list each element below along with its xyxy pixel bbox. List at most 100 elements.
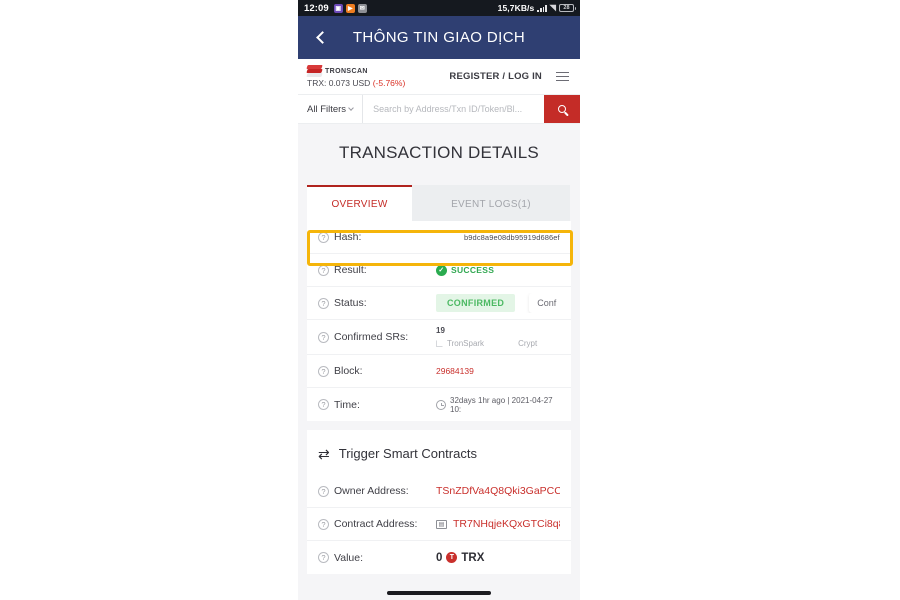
trx-price-value: TRX: 0.073 USD: [307, 78, 371, 88]
row-result: ? Result: ✓ SUCCESS: [307, 254, 571, 287]
help-icon[interactable]: ?: [318, 518, 329, 530]
label-block: ? Block:: [318, 365, 436, 377]
status-tooltip: Conf: [529, 293, 560, 313]
back-chevron-icon: [316, 31, 329, 44]
register-login-link[interactable]: REGISTER / LOG IN: [449, 71, 542, 82]
row-time: ? Time: 32days 1hr ago | 2021-04-27 10:: [307, 388, 571, 421]
hamburger-menu-icon[interactable]: [554, 70, 571, 83]
trx-coin-icon: T: [446, 552, 458, 563]
value-result: ✓ SUCCESS: [436, 264, 495, 276]
app-title: THÔNG TIN GIAO DỊCH: [352, 29, 526, 46]
page-body: TRANSACTION DETAILS OVERVIEW EVENT LOGS(…: [298, 124, 580, 600]
tronscan-logo-icon: [306, 65, 323, 77]
status-badge-confirmed: CONFIRMED: [436, 294, 516, 312]
owner-address-link[interactable]: TSnZDfVa4Q8Qki3GaPCC: [436, 485, 560, 497]
help-icon[interactable]: ?: [318, 365, 329, 377]
tab-event-logs[interactable]: EVENT LOGS(1): [412, 185, 570, 221]
label-owner-address-text: Owner Address:: [334, 485, 409, 497]
row-hash: ? Hash: b9dc8a9e08db95919d686ef4bcc88a: [307, 221, 571, 254]
contract-section-heading: ⇄ Trigger Smart Contracts: [307, 430, 571, 475]
label-value: ? Value:: [318, 552, 436, 564]
value-amount-unit: TRX: [461, 551, 485, 564]
label-status-text: Status:: [334, 297, 367, 309]
play-icon: ▶: [345, 3, 355, 13]
help-icon[interactable]: ?: [318, 552, 329, 563]
value-hash[interactable]: b9dc8a9e08db95919d686ef4bcc88a: [464, 233, 560, 242]
sr-marker-icon: [436, 340, 443, 347]
sr-name: TronSpark: [447, 339, 485, 348]
row-owner-address: ? Owner Address: TSnZDfVa4Q8Qki3GaPCC: [307, 475, 571, 508]
label-hash-text: Hash:: [334, 231, 362, 243]
label-value-text: Value:: [334, 551, 363, 564]
header-actions: REGISTER / LOG IN: [449, 70, 571, 83]
brand-name: TRONSCAN: [325, 67, 368, 75]
label-block-text: Block:: [334, 365, 363, 377]
tab-bar: OVERVIEW EVENT LOGS(1): [307, 185, 571, 221]
brand-block[interactable]: TRONSCAN TRX: 0.073 USD (-5.76%): [306, 65, 405, 88]
status-bar: 12:09 ▣ ▶ ✉ 15,7KB/s ◥ 28: [298, 0, 580, 16]
help-icon[interactable]: ?: [318, 485, 329, 497]
label-hash: ? Hash:: [318, 231, 436, 243]
email-icon: ✉: [357, 3, 367, 13]
help-icon[interactable]: ?: [318, 399, 329, 410]
value-amount: 0 T TRX: [436, 552, 484, 564]
status-badge-success: ✓ SUCCESS: [436, 264, 495, 276]
label-owner-address: ? Owner Address:: [318, 485, 436, 497]
confirmed-srs-count: 19: [436, 326, 445, 335]
all-filters-label: All Filters: [307, 103, 347, 115]
tronscan-header: TRONSCAN TRX: 0.073 USD (-5.76%) REGISTE…: [298, 59, 580, 95]
row-confirmed-srs: ? Confirmed SRs: 19 TronSpark Crypt: [307, 320, 571, 355]
sr-list: TronSpark Crypt: [436, 339, 537, 348]
trx-price: TRX: 0.073 USD (-5.76%): [307, 78, 405, 88]
signal-icon: [537, 4, 547, 12]
label-contract-address: ? Contract Address:: [318, 518, 436, 530]
value-amount-number: 0: [436, 551, 443, 564]
value-block: 29684139: [436, 366, 474, 376]
success-label: SUCCESS: [451, 265, 495, 275]
all-filters-dropdown[interactable]: All Filters: [298, 95, 364, 123]
sr-item: Crypt: [518, 339, 537, 348]
contract-badge-icon[interactable]: ▤: [436, 519, 447, 529]
row-block: ? Block: 29684139: [307, 355, 571, 388]
label-status: ? Status:: [318, 297, 436, 309]
screenshot-stage: 12:09 ▣ ▶ ✉ 15,7KB/s ◥ 28 THÔNG TIN GIAO…: [0, 0, 900, 600]
phone-viewport: 12:09 ▣ ▶ ✉ 15,7KB/s ◥ 28 THÔNG TIN GIAO…: [298, 0, 580, 600]
overview-card: ? Hash: b9dc8a9e08db95919d686ef4bcc88a ?…: [307, 221, 571, 421]
back-button[interactable]: [310, 25, 332, 51]
chevron-down-icon: [348, 105, 354, 111]
help-icon[interactable]: ?: [318, 231, 329, 243]
contract-address-link[interactable]: TR7NHqjeKQxGTCi8q8: [453, 518, 560, 530]
block-number-link[interactable]: 29684139: [436, 366, 474, 376]
time-text: 32days 1hr ago | 2021-04-27 10:: [450, 395, 553, 414]
help-icon[interactable]: ?: [318, 331, 329, 343]
sr-item: TronSpark: [436, 339, 484, 348]
swap-arrows-icon: ⇄: [318, 445, 330, 462]
contract-section-title: Trigger Smart Contracts: [338, 446, 477, 461]
tab-overview[interactable]: OVERVIEW: [307, 185, 412, 221]
help-icon[interactable]: ?: [318, 264, 329, 276]
row-value: ? Value: 0 T TRX: [307, 541, 571, 574]
value-confirmed-srs: 19 TronSpark Crypt: [436, 320, 537, 354]
label-result-text: Result:: [334, 264, 367, 276]
value-time: 32days 1hr ago | 2021-04-27 10:: [436, 396, 560, 414]
clock-icon: [436, 399, 446, 410]
status-clock: 12:09: [304, 2, 329, 14]
label-time-text: Time:: [334, 398, 360, 411]
app-header: THÔNG TIN GIAO DỊCH: [298, 16, 580, 59]
wifi-icon: ◥: [549, 3, 556, 12]
search-button[interactable]: [544, 95, 580, 123]
label-confirmed-srs: ? Confirmed SRs:: [318, 331, 436, 343]
contract-section-card: ⇄ Trigger Smart Contracts ? Owner Addres…: [307, 430, 571, 574]
value-owner-address: TSnZDfVa4Q8Qki3GaPCC: [436, 485, 560, 497]
help-icon[interactable]: ?: [318, 297, 329, 309]
network-speed-label: 15,7KB/s: [497, 3, 535, 13]
label-time: ? Time:: [318, 399, 436, 411]
search-bar: All Filters: [298, 95, 580, 124]
value-status: CONFIRMED Conf: [436, 293, 560, 313]
home-indicator: [387, 591, 491, 595]
row-contract-address: ? Contract Address: ▤ TR7NHqjeKQxGTCi8q8: [307, 508, 571, 541]
status-notification-icons: ▣ ▶ ✉: [333, 3, 367, 13]
search-icon: [558, 105, 566, 113]
search-input[interactable]: [363, 95, 544, 123]
row-status: ? Status: CONFIRMED Conf: [307, 287, 571, 320]
